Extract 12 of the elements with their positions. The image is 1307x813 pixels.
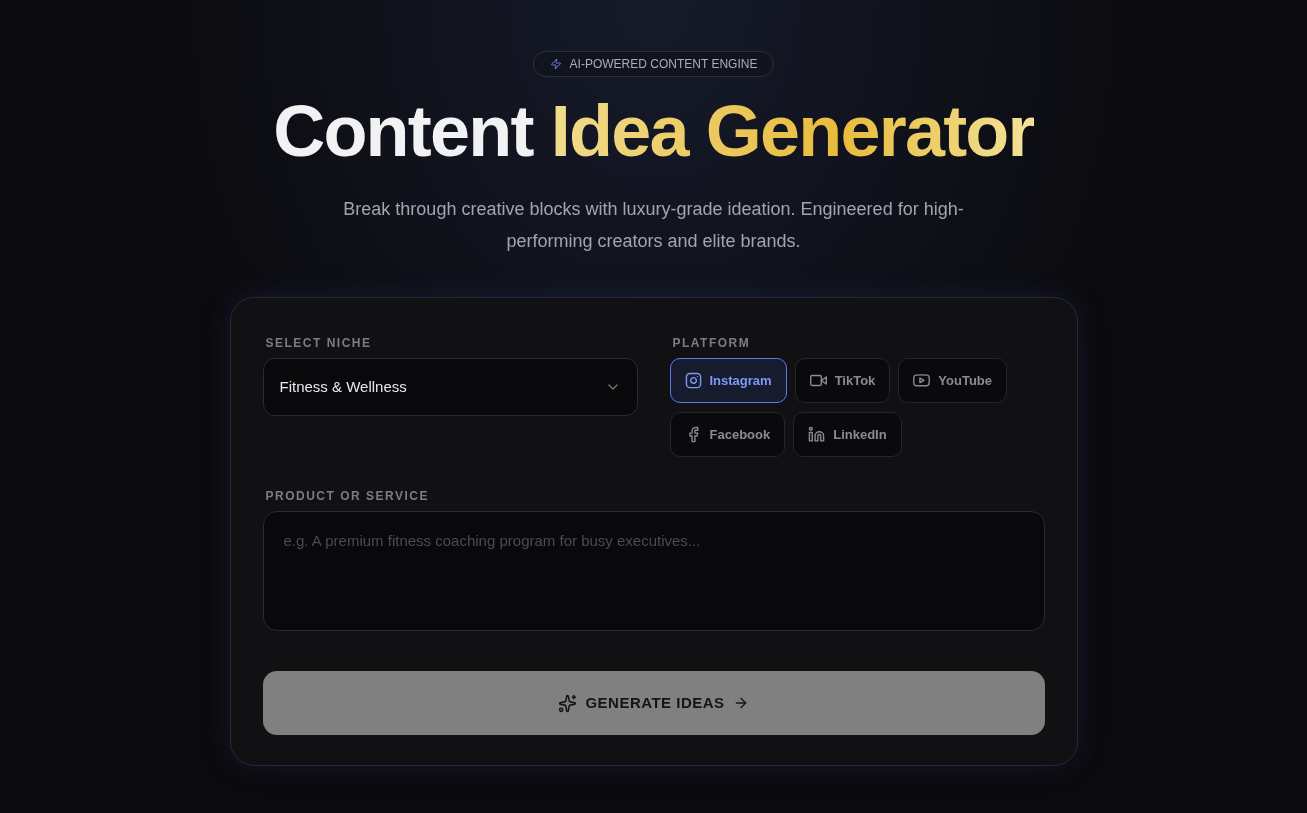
- subtitle: Break through creative blocks with luxury-grade ideation. Engineered for high-performing creators and elite brands.: [342, 198, 965, 253]
- platform-option[interactable]: LinkedIn: [793, 412, 902, 457]
- field-label: PLATFORM: [672, 335, 752, 352]
- niche-select[interactable]: Fitness & Wellness: [262, 358, 638, 416]
- platform-option[interactable]: Facebook: [669, 412, 786, 457]
- field-label: SELECT NICHE: [265, 335, 373, 352]
- platform-option[interactable]: TikTok: [794, 358, 891, 403]
- platform-option[interactable]: YouTube: [898, 358, 1008, 403]
- platform-option[interactable]: Instagram: [669, 358, 787, 403]
- field-label: PRODUCT OR SERVICE: [265, 488, 430, 505]
- badge-text: AI-POWERED CONTENT ENGINE: [569, 56, 758, 73]
- product-field[interactable]: e.g. A premium fitness coaching program for busy executives...: [262, 511, 1045, 631]
